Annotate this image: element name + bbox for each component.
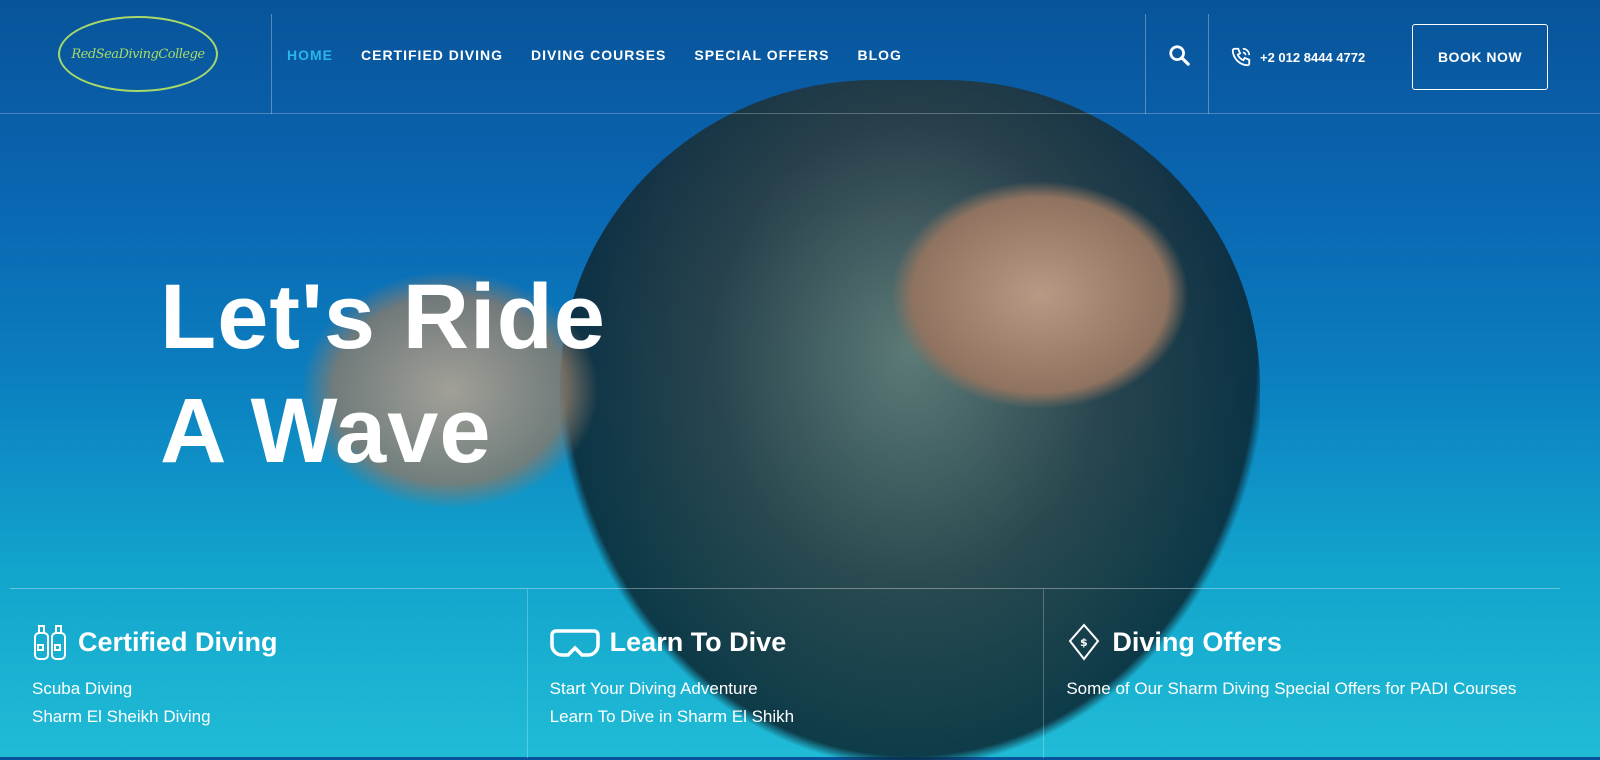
panel-link[interactable]: Some of Our Sharm Diving Special Offers …: [1066, 675, 1560, 703]
divider: [271, 14, 272, 114]
hero-background-face: [890, 180, 1190, 410]
svg-text:$: $: [1080, 636, 1088, 649]
logo[interactable]: RedSeaDivingCollege: [58, 16, 218, 92]
panel-link[interactable]: Start Your Diving Adventure: [550, 675, 1044, 703]
nav-special-offers[interactable]: SPECIAL OFFERS: [694, 47, 829, 63]
hero-heading: Let's Ride A Wave: [160, 260, 606, 488]
book-now-button[interactable]: BOOK NOW: [1412, 24, 1548, 90]
nav-certified-diving[interactable]: CERTIFIED DIVING: [361, 47, 503, 63]
mask-icon: [549, 629, 600, 657]
phone-link[interactable]: +2 012 8444 4772: [1230, 46, 1365, 68]
site-header: RedSeaDivingCollege HOME CERTIFIED DIVIN…: [0, 0, 1600, 114]
hero-line-1: Let's Ride: [160, 266, 606, 368]
panel-learn-to-dive: Learn To Dive Start Your Diving Adventur…: [526, 589, 1044, 758]
panel-link[interactable]: Scuba Diving: [32, 675, 527, 703]
panel-link[interactable]: Learn To Dive in Sharm El Shikh: [550, 703, 1044, 731]
phone-icon: [1231, 47, 1251, 67]
phone-number: +2 012 8444 4772: [1260, 49, 1366, 65]
hero-line-2: A Wave: [160, 380, 492, 482]
feature-panels: Certified Diving Scuba Diving Sharm El S…: [10, 588, 1560, 758]
nav-diving-courses[interactable]: DIVING COURSES: [531, 47, 666, 63]
nav-home[interactable]: HOME: [287, 47, 333, 63]
search-icon[interactable]: [1168, 44, 1190, 66]
divider: [1208, 14, 1209, 114]
nav-blog[interactable]: BLOG: [857, 47, 901, 63]
panel-link[interactable]: Sharm El Sheikh Diving: [32, 703, 527, 731]
panel-title: Diving Offers: [1112, 626, 1282, 657]
panel-title: Learn To Dive: [609, 626, 787, 657]
offer-tag-icon: $: [1069, 623, 1100, 661]
tanks-icon: [34, 625, 66, 660]
main-nav: HOME CERTIFIED DIVING DIVING COURSES SPE…: [287, 47, 902, 63]
panel-title: Certified Diving: [78, 626, 278, 657]
panel-diving-offers: $ Diving Offers Some of Our Sharm Diving…: [1043, 589, 1560, 758]
divider: [1145, 14, 1146, 114]
panel-certified-diving: Certified Diving Scuba Diving Sharm El S…: [10, 589, 527, 758]
